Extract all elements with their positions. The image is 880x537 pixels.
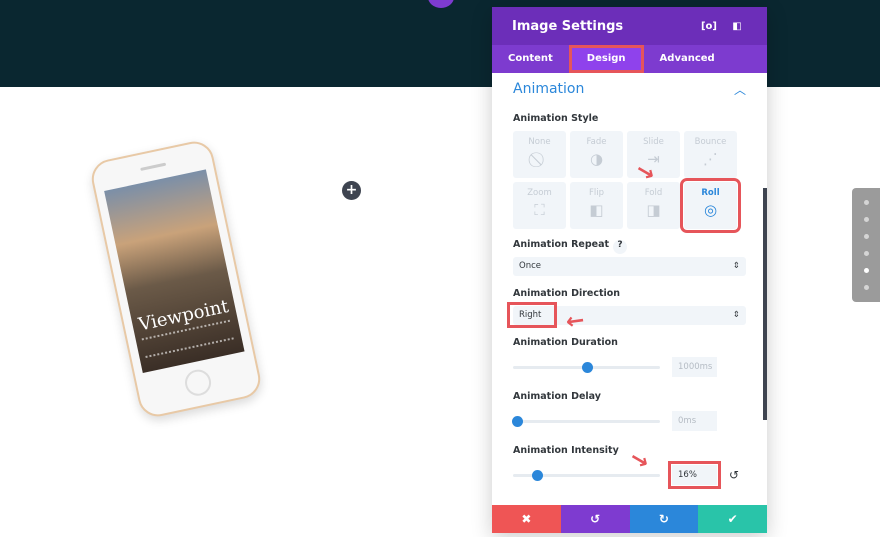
highlight-box (507, 302, 557, 328)
select-arrows-icon: ⇕ (732, 261, 740, 271)
page-dot-navigation (852, 188, 880, 302)
slider-thumb[interactable] (512, 415, 524, 427)
undo-button[interactable]: ↺ (560, 505, 630, 533)
panel-content: Animation ︿ Animation Style None⃠ Fade ◑ Sl… (492, 73, 767, 505)
flip-icon: ◧ (589, 201, 604, 219)
repeat-value: Once (519, 261, 541, 271)
nav-dot[interactable] (863, 285, 869, 290)
cancel-button[interactable]: ✖ (492, 505, 561, 533)
animation-style-grid: None⃠Fade◑Slide⇥Bounce⋰Zoom⛶Flip◧Fold◨Ro… (513, 131, 746, 233)
tab-advanced[interactable]: Advanced (644, 45, 731, 73)
fullscreen-icon[interactable]: [o] (699, 21, 719, 32)
animation-style-flip[interactable]: Flip ◧ (570, 182, 623, 229)
tab-design[interactable]: Design (568, 45, 644, 73)
help-icon[interactable]: ? (613, 240, 628, 254)
repeat-label-text: Animation Repeat (513, 239, 610, 250)
none-icon: ⃠ (513, 150, 566, 168)
sidebar-toggle-icon[interactable]: ◧ (727, 21, 747, 32)
panel-footer: ✖ ↺ ↻ ✔ (492, 505, 767, 533)
animation-direction-select[interactable]: Right ⇕ (507, 302, 746, 328)
style-label: None (528, 137, 551, 147)
delay-input[interactable]: 0ms (672, 411, 717, 431)
nav-dot-active[interactable] (863, 268, 869, 273)
bounce-icon: ⋰ (703, 150, 718, 168)
style-label: Slide (643, 137, 664, 147)
animation-section-toggle[interactable]: Animation ︿ (513, 73, 746, 105)
roll-icon: ◎ (703, 201, 718, 219)
phone-image[interactable]: Viewpoint (88, 137, 264, 421)
animation-style-bounce[interactable]: Bounce ⋰ (684, 131, 737, 178)
slider-thumb[interactable] (581, 361, 593, 373)
save-button[interactable]: ✔ (698, 505, 767, 533)
animation-repeat-select[interactable]: Once ⇕ (513, 257, 746, 276)
style-label: Bounce (694, 137, 727, 147)
style-label: Flip (588, 188, 604, 198)
panel-title: Image Settings (512, 18, 624, 34)
chevron-up-icon[interactable]: ︿ (734, 81, 746, 98)
intensity-input[interactable]: 16% (668, 461, 721, 489)
annotation-arrow: ← (564, 307, 587, 336)
style-label: Fade (586, 137, 607, 147)
style-label: Roll (701, 188, 720, 198)
image-settings-panel: Image Settings [o] ◧ Content Design Adva… (492, 7, 767, 533)
scrollbar[interactable] (763, 188, 767, 420)
animation-style-roll[interactable]: Roll ◎ (680, 178, 741, 233)
nav-dot[interactable] (863, 251, 869, 256)
phone-screen: Viewpoint (104, 169, 245, 373)
redo-button[interactable]: ↻ (629, 505, 699, 533)
zoom-icon: ⛶ (534, 201, 545, 219)
phone-speaker (140, 162, 167, 171)
tab-content[interactable]: Content (492, 45, 569, 73)
animation-style-zoom[interactable]: Zoom ⛶ (513, 182, 566, 229)
delay-slider[interactable] (512, 415, 660, 427)
animation-direction-label: Animation Direction (513, 288, 621, 299)
plus-icon[interactable]: + (342, 181, 361, 200)
animation-style-fold[interactable]: Fold ◨ (627, 182, 680, 229)
nav-dot[interactable] (863, 234, 869, 239)
animation-duration-label: Animation Duration (513, 337, 618, 348)
phone-home-button (182, 367, 214, 399)
animation-repeat-label: Animation Repeat? (513, 239, 746, 254)
nav-dot[interactable] (863, 200, 869, 205)
select-arrows-icon: ⇕ (732, 310, 740, 320)
duration-input[interactable]: 1000ms (672, 357, 717, 377)
nav-dot[interactable] (863, 217, 869, 222)
fade-icon: ◑ (589, 150, 604, 168)
slider-thumb[interactable] (531, 469, 543, 481)
panel-tabs: Content Design Advanced (492, 45, 767, 73)
reset-icon[interactable]: ↺ (729, 468, 739, 482)
duration-slider[interactable] (513, 361, 660, 373)
panel-header: Image Settings [o] ◧ (492, 7, 767, 45)
animation-style-none[interactable]: None⃠ (513, 131, 566, 178)
section-title: Animation (513, 81, 585, 97)
fold-icon: ◨ (646, 201, 661, 219)
animation-style-fade[interactable]: Fade ◑ (570, 131, 623, 178)
style-label: Fold (644, 188, 663, 198)
style-label: Zoom (527, 188, 552, 198)
animation-style-label: Animation Style (513, 113, 599, 124)
animation-delay-label: Animation Delay (513, 391, 601, 402)
